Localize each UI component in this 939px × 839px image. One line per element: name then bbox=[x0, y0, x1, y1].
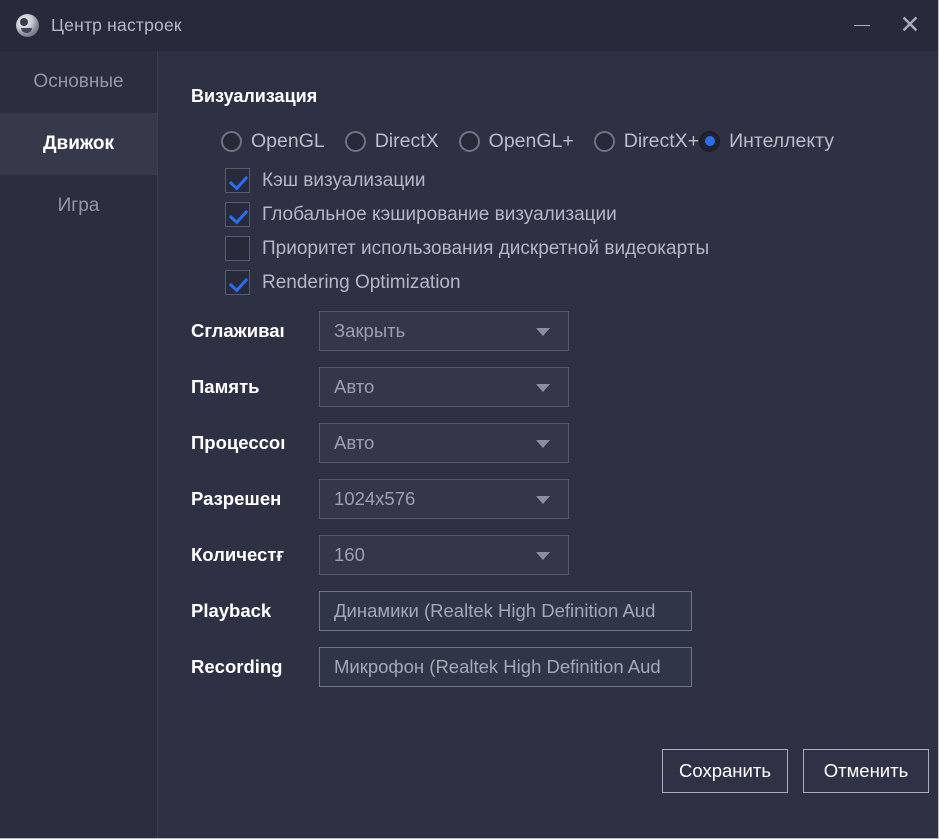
close-icon: ✕ bbox=[899, 11, 921, 39]
radio-label: DirectX+ bbox=[623, 129, 700, 152]
radio-label: Интеллекту bbox=[729, 129, 835, 152]
select-quantity[interactable]: 160 bbox=[319, 535, 569, 575]
select-value: 160 bbox=[334, 544, 365, 565]
checkbox-label: Rendering Optimization bbox=[262, 271, 461, 293]
radio-label: OpenGL bbox=[251, 129, 325, 152]
chevron-down-icon bbox=[536, 552, 550, 560]
section-title: Визуализация bbox=[191, 86, 318, 106]
sidebar-item-label: Движок bbox=[42, 133, 114, 154]
select-memory[interactable]: Авто bbox=[319, 367, 569, 407]
dialog-footer: Сохранить Отменить bbox=[159, 729, 938, 838]
radio-label: DirectX bbox=[374, 129, 439, 152]
field-resolution: Разрешен 1024x576 bbox=[159, 479, 938, 519]
radio-opengl-plus[interactable]: OpenGL+ bbox=[458, 129, 574, 153]
field-playback: Playback Динамики (Realtek High Definiti… bbox=[159, 591, 938, 631]
steam-logo-icon bbox=[16, 14, 39, 37]
radio-icon bbox=[593, 130, 615, 152]
checkbox-label: Приоритет использования дискретной видео… bbox=[262, 237, 710, 259]
field-antialiasing: Сглаживаı Закрыть bbox=[159, 311, 938, 351]
checkbox-checked-icon bbox=[225, 168, 250, 193]
checkbox-global-render-cache[interactable]: Глобальное кэширование визуализации bbox=[225, 198, 709, 231]
content-panel: Визуализация OpenGL DirectX OpenGL+ Dire… bbox=[159, 51, 938, 838]
radio-directx[interactable]: DirectX bbox=[344, 129, 439, 153]
chevron-down-icon bbox=[536, 440, 550, 448]
titlebar: Центр настроек ✕ bbox=[0, 0, 938, 51]
input-recording-device[interactable]: Микрофон (Realtek High Definition Aud bbox=[319, 647, 692, 687]
radio-icon bbox=[458, 130, 480, 152]
field-label: Разрешен bbox=[191, 488, 282, 509]
field-quantity: Количестғ 160 bbox=[159, 535, 938, 575]
checkbox-label: Глобальное кэширование визуализации bbox=[262, 203, 617, 225]
field-recording: Recording Микрофон (Realtek High Definit… bbox=[159, 647, 938, 687]
minimize-icon bbox=[854, 24, 870, 27]
select-antialiasing[interactable]: Закрыть bbox=[319, 311, 569, 351]
select-value: Авто bbox=[334, 376, 375, 397]
checkbox-checked-icon bbox=[225, 202, 250, 227]
sidebar-item-engine[interactable]: Движок bbox=[0, 113, 157, 175]
field-processor: Процессоı Авто bbox=[159, 423, 938, 463]
checkbox-group: Кэш визуализации Глобальное кэширование … bbox=[225, 164, 709, 300]
checkbox-discrete-gpu-priority[interactable]: Приоритет использования дискретной видео… bbox=[225, 232, 709, 265]
checkbox-unchecked-icon bbox=[225, 236, 250, 261]
radio-icon bbox=[221, 130, 242, 152]
minimize-button[interactable] bbox=[839, 0, 885, 51]
sidebar-item-general[interactable]: Основные bbox=[0, 51, 157, 113]
renderer-radio-group: OpenGL DirectX OpenGL+ DirectX+ Интеллек… bbox=[221, 124, 938, 158]
field-label: Память bbox=[191, 376, 260, 397]
checkbox-rendering-optimization[interactable]: Rendering Optimization bbox=[225, 266, 709, 299]
cancel-button[interactable]: Отменить bbox=[803, 749, 929, 793]
radio-opengl[interactable]: OpenGL bbox=[221, 130, 325, 153]
checkbox-render-cache[interactable]: Кэш визуализации bbox=[225, 164, 709, 197]
field-memory: Память Авто bbox=[159, 367, 938, 407]
radio-icon bbox=[344, 130, 366, 152]
sidebar-item-label: Игра bbox=[57, 195, 100, 216]
sidebar-item-game[interactable]: Игра bbox=[0, 175, 157, 237]
input-playback-device[interactable]: Динамики (Realtek High Definition Aud bbox=[319, 591, 692, 631]
checkbox-label: Кэш визуализации bbox=[262, 169, 426, 191]
window-title: Центр настроек bbox=[51, 15, 182, 35]
sidebar: Основные Движок Игра bbox=[0, 51, 158, 838]
field-label: Recording bbox=[191, 656, 283, 677]
checkbox-checked-icon bbox=[225, 270, 250, 295]
radio-label: OpenGL+ bbox=[488, 129, 574, 152]
field-label: Процессоı bbox=[191, 432, 286, 453]
field-label: Количестғ bbox=[191, 544, 285, 565]
close-button[interactable]: ✕ bbox=[887, 0, 933, 51]
radio-intellectual[interactable]: Интеллекту bbox=[699, 130, 834, 153]
chevron-down-icon bbox=[536, 384, 550, 392]
field-label: Playback bbox=[191, 600, 272, 621]
select-value: Закрыть bbox=[334, 320, 406, 341]
select-value: Авто bbox=[334, 432, 375, 453]
radio-directx-plus[interactable]: DirectX+ bbox=[593, 129, 700, 153]
select-processor[interactable]: Авто bbox=[319, 423, 569, 463]
sidebar-item-label: Основные bbox=[33, 71, 124, 92]
radio-selected-icon bbox=[699, 130, 721, 152]
select-resolution[interactable]: 1024x576 bbox=[319, 479, 569, 519]
input-value: Микрофон (Realtek High Definition Aud bbox=[334, 656, 661, 677]
settings-window: Центр настроек ✕ Основные Движок Игра Ви… bbox=[0, 0, 939, 839]
save-button[interactable]: Сохранить bbox=[662, 749, 788, 793]
input-value: Динамики (Realtek High Definition Aud bbox=[334, 600, 656, 621]
select-value: 1024x576 bbox=[334, 488, 416, 509]
chevron-down-icon bbox=[536, 496, 550, 504]
field-label: Сглаживаı bbox=[191, 320, 285, 341]
chevron-down-icon bbox=[536, 328, 550, 336]
